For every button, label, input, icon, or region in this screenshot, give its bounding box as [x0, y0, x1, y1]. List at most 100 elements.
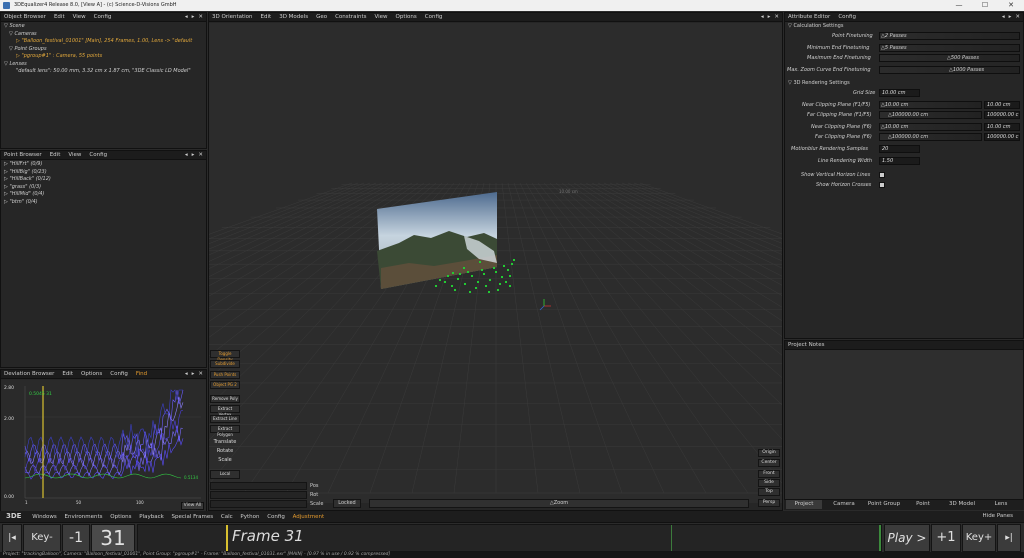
frame-number-field[interactable]: 31	[91, 524, 135, 552]
menu-options[interactable]: Options	[110, 514, 131, 520]
deviation-find[interactable]: Find	[136, 370, 147, 378]
near-clip-f6-field[interactable]: 10.00 cm	[984, 123, 1020, 131]
object-pg-button[interactable]: Object PG 2	[210, 381, 240, 389]
point-list-item[interactable]: ▷ "HillBig" (0/23)	[4, 169, 203, 177]
close-pane-icon[interactable]: ✕	[198, 151, 203, 159]
view3d-menu-view[interactable]: View	[374, 13, 387, 21]
side-button[interactable]: Side	[758, 479, 780, 487]
point-list-item[interactable]: ▷ "grass" (0/3)	[4, 184, 203, 192]
extract-polygon-button[interactable]: Extract Polygon	[210, 425, 240, 437]
arrow-left-icon[interactable]: ◂	[185, 370, 188, 378]
prev-key-button[interactable]: Key-	[23, 524, 61, 552]
menu-environments[interactable]: Environments	[65, 514, 103, 520]
menu-playback[interactable]: Playback	[139, 514, 164, 520]
close-button[interactable]: ✕	[998, 0, 1024, 11]
arrow-right-icon[interactable]: ▸	[192, 370, 195, 378]
extract-vertex-button[interactable]: Extract Vertex	[210, 405, 240, 417]
point-list-item[interactable]: ▷ "HillFrt" (0/9)	[4, 161, 203, 169]
tree-camera-item[interactable]: ▷ "Balloon_festival_01001" [Main], 254 F…	[4, 38, 203, 46]
toggle-density-button[interactable]: Toggle Density	[210, 350, 240, 362]
origin-button[interactable]: Origin	[758, 449, 780, 457]
deviation-graph[interactable]: 2.80 2.00 0.00 1 50 100 0.5045 31 0.5134	[1, 380, 206, 511]
tree-scene[interactable]: ▽ Scene	[4, 23, 203, 31]
arrow-right-icon[interactable]: ▸	[192, 151, 195, 159]
locked-button[interactable]: Locked	[333, 499, 361, 508]
tab-project[interactable]: Project	[786, 500, 822, 509]
hide-panes-button[interactable]: Hide Panes	[983, 511, 1013, 522]
grid-size-field[interactable]: 10.00 cm	[879, 89, 920, 97]
scale-field[interactable]	[210, 500, 307, 508]
tab-point[interactable]: Point	[906, 500, 940, 509]
remove-poly-button[interactable]: Remove Poly	[210, 395, 240, 403]
tree-lens-item[interactable]: "default lens": 50.00 mm, 3.32 cm x 1.87…	[4, 68, 203, 76]
close-pane-icon[interactable]: ✕	[1015, 13, 1020, 21]
tree-point-groups[interactable]: ▽ Point Groups	[4, 46, 203, 54]
deviation-menu-edit[interactable]: Edit	[62, 370, 73, 378]
point-list-item[interactable]: ▷ "HillMid" (0/4)	[4, 191, 203, 199]
point-browser-menu-edit[interactable]: Edit	[50, 151, 61, 159]
tree-point-group-item[interactable]: ▷ "pgroup#1" : Camera, 55 points	[4, 53, 203, 61]
next-key-button[interactable]: Key+	[962, 524, 996, 552]
view3d-menu-3dmodels[interactable]: 3D Models	[279, 13, 308, 21]
rot-field[interactable]	[210, 491, 307, 499]
front-button[interactable]: Front	[758, 470, 780, 478]
first-frame-button[interactable]: |◂	[2, 524, 22, 552]
pos-field[interactable]	[210, 482, 307, 490]
render-section-header[interactable]: ▽ 3D Rendering Settings	[788, 79, 850, 87]
object-browser-menu-view[interactable]: View	[73, 13, 86, 21]
menu-python[interactable]: Python	[240, 514, 259, 520]
menu-calc[interactable]: Calc	[221, 514, 233, 520]
rotate-button[interactable]: Rotate	[210, 448, 240, 454]
close-pane-icon[interactable]: ✕	[198, 370, 203, 378]
timeline-scrubber[interactable]: Frame 31	[137, 524, 882, 552]
view3d-menu-edit[interactable]: Edit	[261, 13, 272, 21]
center-button[interactable]: Center	[758, 459, 780, 467]
object-browser-menu-config[interactable]: Config	[94, 13, 112, 21]
top-button[interactable]: Top	[758, 488, 780, 496]
translate-button[interactable]: Translate	[210, 439, 240, 445]
menu-special-frames[interactable]: Special Frames	[172, 514, 214, 520]
scale-button[interactable]: Scale	[210, 457, 240, 463]
deviation-menu-config[interactable]: Config	[110, 370, 128, 378]
point-list-item[interactable]: ▷ "btm" (0/4)	[4, 199, 203, 207]
motionblur-samples-field[interactable]: 20	[879, 145, 920, 153]
menu-config[interactable]: Config	[267, 514, 285, 520]
tab-3d-model[interactable]: 3D Model	[942, 500, 982, 509]
menu-adjustment[interactable]: Adjustment	[293, 514, 325, 520]
near-clip-f1-field[interactable]: 10.00 cm	[984, 101, 1020, 109]
extract-line-button[interactable]: Extract Line	[210, 415, 240, 423]
maximize-button[interactable]: ☐	[972, 0, 998, 11]
persp-button[interactable]: Persp	[758, 499, 780, 507]
arrow-right-icon[interactable]: ▸	[768, 13, 771, 21]
view3d-menu-constraints[interactable]: Constraints	[335, 13, 366, 21]
arrow-left-icon[interactable]: ◂	[1002, 13, 1005, 21]
arrow-left-icon[interactable]: ◂	[185, 13, 188, 21]
menu-windows[interactable]: Windows	[32, 514, 57, 520]
close-pane-icon[interactable]: ✕	[198, 13, 203, 21]
vertical-horizon-checkbox[interactable]	[879, 172, 885, 178]
calc-section-header[interactable]: ▽ Calculation Settings	[788, 22, 843, 30]
view3d-menu-options[interactable]: Options	[396, 13, 417, 21]
current-frame-marker[interactable]	[226, 525, 228, 551]
deviation-menu-options[interactable]: Options	[81, 370, 102, 378]
play-button[interactable]: Play >	[884, 524, 930, 552]
arrow-left-icon[interactable]: ◂	[185, 151, 188, 159]
minus-one-button[interactable]: -1	[62, 524, 90, 552]
view3d-menu-config[interactable]: Config	[425, 13, 443, 21]
far-clip-f6-field[interactable]: 100000.00 c	[984, 133, 1020, 141]
horizon-crosses-checkbox[interactable]	[879, 182, 885, 188]
local-button[interactable]: Local	[210, 470, 240, 479]
tab-camera[interactable]: Camera	[826, 500, 862, 509]
far-clip-f1-field[interactable]: 100000.00 c	[984, 111, 1020, 119]
arrow-right-icon[interactable]: ▸	[192, 13, 195, 21]
view3d-menu-geo[interactable]: Geo	[316, 13, 327, 21]
viewport-3d[interactable]: 10.00 cm	[209, 23, 782, 503]
line-width-field[interactable]: 1.50	[879, 157, 920, 165]
subdivide-button[interactable]: Subdivide	[210, 360, 240, 368]
point-browser-menu-view[interactable]: View	[68, 151, 81, 159]
last-frame-button[interactable]: ▸|	[997, 524, 1021, 552]
attribute-editor-menu-config[interactable]: Config	[838, 13, 856, 21]
arrow-left-icon[interactable]: ◂	[761, 13, 764, 21]
tab-point-group[interactable]: Point Group	[862, 500, 906, 509]
tab-lens[interactable]: Lens	[984, 500, 1018, 509]
